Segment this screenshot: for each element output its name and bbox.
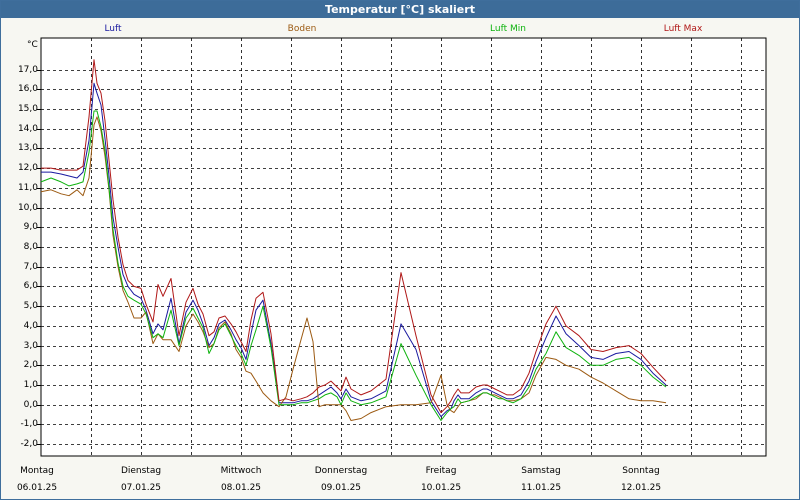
plot-background	[40, 37, 767, 457]
plot-area	[37, 37, 767, 457]
